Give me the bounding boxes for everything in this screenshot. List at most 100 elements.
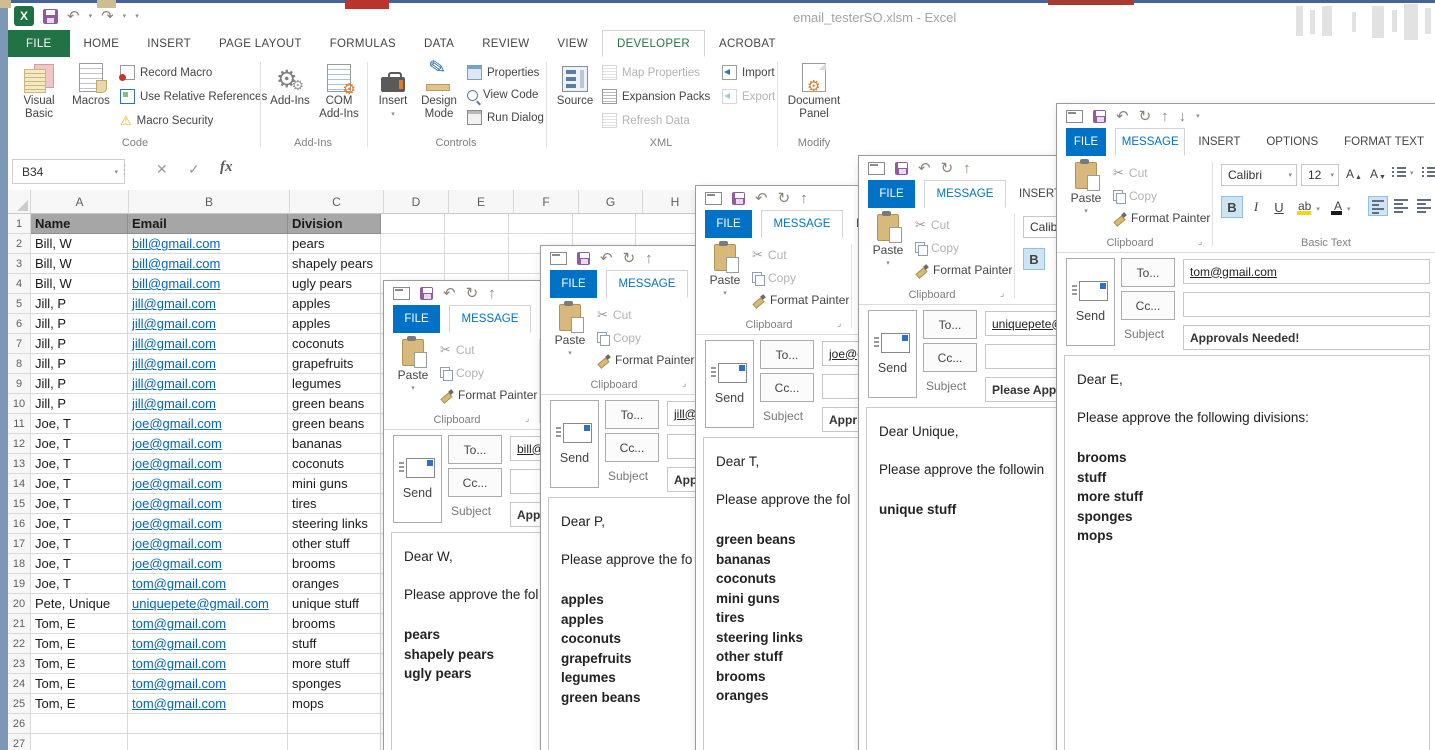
save-icon[interactable] <box>577 251 590 265</box>
undo-dropdown-icon[interactable]: ▾ <box>89 12 93 20</box>
column-header-f[interactable]: F <box>514 190 579 214</box>
cc-button[interactable]: Cc... <box>760 373 814 402</box>
view-code-button[interactable]: View Code <box>467 89 544 101</box>
cc-button[interactable]: Cc... <box>448 468 502 497</box>
row-header[interactable]: 22 <box>8 634 31 654</box>
email-link[interactable]: jill@gmail.com <box>132 316 216 331</box>
mail-tab-options[interactable]: OPTIONS <box>1253 128 1331 156</box>
sheet-cell[interactable]: Joe, T <box>31 414 128 434</box>
email-link[interactable]: jill@gmail.com <box>132 356 216 371</box>
sheet-cell[interactable]: more stuff <box>288 654 381 674</box>
tab-acrobat[interactable]: ACROBAT <box>705 30 790 57</box>
map-properties-button[interactable]: Map Properties <box>602 65 710 80</box>
sheet-cell[interactable] <box>31 714 128 734</box>
sheet-cell[interactable]: joe@gmail.com <box>128 474 288 494</box>
grow-font-button[interactable]: A ▲ <box>1346 167 1362 181</box>
email-link[interactable]: bill@gmail.com <box>132 276 220 291</box>
sheet-cell[interactable]: mini guns <box>288 474 381 494</box>
move-up-icon[interactable]: ↑ <box>963 161 971 176</box>
send-button[interactable]: Send <box>550 400 599 488</box>
insert-function-icon[interactable]: fx <box>220 159 233 176</box>
cc-field[interactable] <box>1183 292 1430 317</box>
export-button[interactable]: Export <box>722 89 775 104</box>
cut-button[interactable]: ✂ Cut <box>1113 165 1210 181</box>
copy-button[interactable]: Copy <box>915 241 1012 256</box>
cut-button[interactable]: ✂ Cut <box>752 247 849 263</box>
row-header[interactable]: 23 <box>8 654 31 674</box>
to-button[interactable]: To... <box>1121 258 1175 287</box>
add-ins-button[interactable]: ⚙ ⚙ Add-Ins <box>266 62 314 108</box>
tab-review[interactable]: REVIEW <box>468 30 543 57</box>
sheet-cell[interactable]: Tom, E <box>31 674 128 694</box>
sheet-cell[interactable]: jill@gmail.com <box>128 374 288 394</box>
bold-button[interactable]: B <box>1221 196 1243 218</box>
email-link[interactable]: tom@gmail.com <box>132 636 226 651</box>
row-header[interactable]: 11 <box>8 414 31 434</box>
sheet-cell[interactable] <box>636 214 700 234</box>
font-name-combo[interactable]: Calibri▾ <box>1221 164 1297 186</box>
move-up-icon[interactable]: ↑ <box>488 286 496 301</box>
insert-control-button[interactable]: Insert ▾ <box>372 62 414 121</box>
sheet-cell[interactable]: Division <box>288 214 381 234</box>
sheet-cell[interactable]: tom@gmail.com <box>128 694 288 714</box>
sheet-cell[interactable]: joe@gmail.com <box>128 494 288 514</box>
cut-button[interactable]: ✂ Cut <box>440 342 537 358</box>
format-painter-button[interactable]: Format Painter <box>440 388 537 402</box>
sheet-cell[interactable]: Name <box>31 214 128 234</box>
row-header[interactable]: 26 <box>8 714 31 734</box>
undo-icon[interactable]: ↶ <box>600 251 613 266</box>
sheet-cell[interactable]: other stuff <box>288 534 381 554</box>
email-link[interactable]: joe@gmail.com <box>132 496 222 511</box>
sheet-cell[interactable] <box>381 254 445 274</box>
com-add-ins-button[interactable]: COM Add-Ins <box>314 62 364 121</box>
sheet-cell[interactable]: Jill, P <box>31 334 128 354</box>
format-painter-button[interactable]: Format Painter <box>752 293 849 307</box>
undo-icon[interactable]: ↶ <box>1116 109 1129 124</box>
row-header[interactable]: 6 <box>8 314 31 334</box>
sheet-cell[interactable]: jill@gmail.com <box>128 314 288 334</box>
row-header[interactable]: 12 <box>8 434 31 454</box>
sheet-cell[interactable]: Joe, T <box>31 514 128 534</box>
save-icon[interactable] <box>43 8 58 24</box>
save-icon[interactable] <box>1093 109 1106 123</box>
paste-button[interactable]: Paste ▾ <box>705 241 745 297</box>
row-header[interactable]: 17 <box>8 534 31 554</box>
tab-insert[interactable]: INSERT <box>133 30 205 57</box>
email-link[interactable]: jill@gmail.com <box>132 296 216 311</box>
email-link[interactable]: joe@gmail.com <box>132 516 222 531</box>
sheet-cell[interactable] <box>381 214 445 234</box>
import-button[interactable]: Import <box>722 65 775 80</box>
subject-field[interactable]: Approvals Needed! <box>1183 325 1430 350</box>
sheet-cell[interactable]: joe@gmail.com <box>128 454 288 474</box>
sheet-cell[interactable]: ugly pears <box>288 274 381 294</box>
row-header[interactable]: 20 <box>8 594 31 614</box>
save-icon[interactable] <box>895 161 908 175</box>
sheet-cell[interactable]: Jill, P <box>31 354 128 374</box>
cut-button[interactable]: ✂ Cut <box>597 307 694 323</box>
clipboard-dialog-launcher[interactable]: ⌟ <box>682 378 686 389</box>
row-header[interactable]: 16 <box>8 514 31 534</box>
sheet-cell[interactable]: Joe, T <box>31 554 128 574</box>
clipboard-dialog-launcher[interactable]: ⌟ <box>1198 236 1202 247</box>
sheet-cell[interactable]: Joe, T <box>31 434 128 454</box>
sheet-cell[interactable] <box>445 214 509 234</box>
sheet-cell[interactable]: tom@gmail.com <box>128 674 288 694</box>
sheet-cell[interactable] <box>509 214 573 234</box>
sheet-cell[interactable]: oranges <box>288 574 381 594</box>
email-link[interactable]: jill@gmail.com <box>132 376 216 391</box>
row-header[interactable]: 5 <box>8 294 31 314</box>
bullets-button[interactable] <box>1390 165 1408 183</box>
sheet-cell[interactable] <box>381 234 445 254</box>
run-dialog-button[interactable]: Run Dialog <box>467 110 544 125</box>
sheet-cell[interactable] <box>288 734 381 750</box>
tab-view[interactable]: VIEW <box>543 30 602 57</box>
redo-icon[interactable]: ↻ <box>623 251 636 266</box>
sheet-cell[interactable]: bill@gmail.com <box>128 274 288 294</box>
sheet-cell[interactable]: mops <box>288 694 381 714</box>
cut-button[interactable]: ✂ Cut <box>915 217 1012 233</box>
row-header[interactable]: 1 <box>8 214 31 234</box>
mail-tab-message[interactable]: MESSAGE <box>761 210 843 238</box>
move-up-icon[interactable]: ↑ <box>645 251 653 266</box>
formula-bar-splitter[interactable]: ⋮ <box>118 162 131 178</box>
to-field[interactable]: tom@gmail.com <box>1183 259 1430 284</box>
